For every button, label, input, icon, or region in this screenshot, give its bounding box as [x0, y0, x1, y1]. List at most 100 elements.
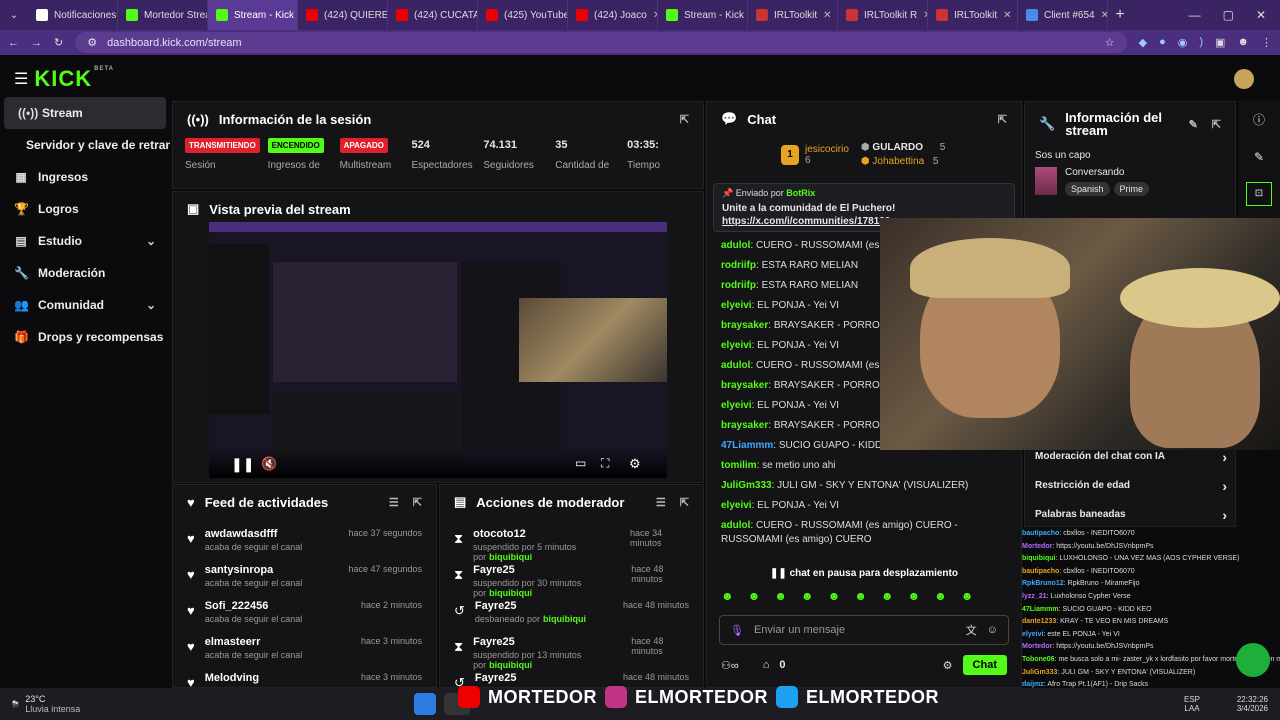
chevron-down-icon[interactable]: ⌄ [146, 234, 156, 248]
moderated-user[interactable]: Fayre25 [473, 564, 621, 576]
emote-icon[interactable]: ☻ [721, 589, 734, 603]
stream-preview-video[interactable]: ❚❚ 🔇 ▭ ⛶ ⚙ [209, 222, 667, 478]
filter-icon[interactable]: ☰ [656, 496, 666, 509]
moderated-user[interactable]: Fayre25 [475, 600, 586, 612]
maximize-icon[interactable]: ▢ [1223, 8, 1234, 22]
emote-icon[interactable]: ☻ [961, 589, 974, 603]
popout-icon[interactable]: ⇱ [1212, 118, 1221, 131]
minimize-icon[interactable]: — [1189, 8, 1201, 22]
sidebar-item-3[interactable]: 🏆 Logros [0, 193, 170, 225]
mute-icon[interactable]: 🔇 [261, 456, 277, 472]
chat-username[interactable]: adulol [721, 520, 750, 531]
users-icon[interactable]: ⚇∞ [721, 659, 739, 672]
chat-username[interactable]: elyeivi [721, 300, 752, 311]
new-tab-button[interactable]: + [1108, 6, 1132, 24]
fullscreen-icon[interactable]: ⛶ [601, 456, 609, 471]
filter-icon[interactable]: ☰ [389, 496, 399, 509]
emoji-icon[interactable]: ☺ [987, 624, 998, 636]
reload-icon[interactable]: ↻ [54, 36, 63, 49]
sidebar-item-2[interactable]: ▦ Ingresos [0, 161, 170, 193]
pencil-icon[interactable]: ✎ [1238, 128, 1280, 164]
browser-tab[interactable]: (425) YouTube✕ [478, 0, 568, 30]
chat-message[interactable]: adulol: CUERO - RUSSOMAMI (es amigo) CUE… [707, 516, 1021, 550]
browser-tab[interactable]: IRLToolkit ✕ [748, 0, 838, 30]
chat-paused-banner[interactable]: ❚❚ chat en pausa para desplazamiento [707, 566, 1021, 581]
chevron-down-icon[interactable]: ⌄ [146, 298, 156, 312]
popout-icon[interactable]: ⇱ [998, 113, 1007, 126]
extension-icon[interactable]: ) [1199, 36, 1203, 49]
chat-username[interactable]: braysaker [721, 380, 768, 391]
microphone-icon[interactable]: 🎙 [730, 624, 744, 637]
sidebar-item-7[interactable]: 🎁 Drops y recompensas [0, 321, 170, 353]
follower-name[interactable]: elmasteerr [205, 636, 303, 648]
chat-username[interactable]: rodriifp [721, 280, 756, 291]
browser-tab[interactable]: (424) QUIERE✕ [298, 0, 388, 30]
chat-settings-icon[interactable]: ⚙ [943, 659, 953, 672]
browser-tab[interactable]: (424) CUCATA✕ [388, 0, 478, 30]
browser-tab[interactable]: (424) Joaco✕ [568, 0, 658, 30]
send-chat-button[interactable]: Chat [962, 655, 1007, 675]
moderator-name[interactable]: biquibiqui [489, 660, 532, 670]
forward-icon[interactable]: → [31, 37, 42, 49]
browser-tab[interactable]: Client #654 ✕ [1018, 0, 1108, 30]
chat-username[interactable]: 47Liammm [721, 440, 773, 451]
extension-icon[interactable]: ◆ [1139, 36, 1147, 49]
chat-username[interactable]: elyeivi [721, 400, 752, 411]
popout-icon[interactable]: ⇱ [680, 496, 689, 509]
follower-name[interactable]: Melodving [205, 672, 259, 684]
user-avatar[interactable] [1234, 69, 1254, 89]
moderated-user[interactable]: Fayre25 [475, 672, 517, 684]
feed-item[interactable]: ♥ awdawdasdfff acaba de seguir el canal hac… [173, 523, 436, 559]
follower-name[interactable]: Sofi_222456 [205, 600, 303, 612]
browser-tab[interactable]: Notificaciones✕ [28, 0, 118, 30]
close-tab-icon[interactable]: ✕ [1003, 10, 1011, 21]
chat-username[interactable]: elyeivi [721, 500, 752, 511]
mod-action-item[interactable]: ⧗ Fayre25 suspendido por 30 minutos por biq… [440, 559, 703, 598]
extensions-puzzle-icon[interactable]: ▣ [1215, 36, 1225, 49]
emote-icon[interactable]: ☻ [748, 589, 761, 603]
browser-tab[interactable]: IRLToolkit R✕ [838, 0, 928, 30]
clock[interactable]: 22:32:26 3/4/2026 [1237, 695, 1268, 713]
emote-icon[interactable]: ☻ [774, 589, 787, 603]
stream-setting-row[interactable]: Palabras baneadas › [1025, 500, 1235, 526]
emote-icon[interactable]: ☻ [801, 589, 814, 603]
chat-username[interactable]: tomilim [721, 460, 757, 471]
mod-action-item[interactable]: ↺ Fayre25 desbaneado por biquibiqui hace 48 … [440, 595, 703, 631]
extension-icon[interactable]: ● [1159, 36, 1166, 49]
windows-start-icon[interactable] [414, 693, 436, 715]
chat-username[interactable]: adulol [721, 240, 750, 251]
browser-tab[interactable]: Stream - Kick✕ [208, 0, 298, 30]
profile-avatar[interactable]: ☻ [1237, 36, 1249, 49]
moderator-name[interactable]: biquibiqui [489, 552, 532, 562]
back-icon[interactable]: ← [8, 37, 19, 49]
emote-icon[interactable]: ☻ [934, 589, 947, 603]
tab-search-icon[interactable]: ⌄ [0, 10, 28, 21]
browser-tab[interactable]: Mortedor Stream✕ [118, 0, 208, 30]
chat-message[interactable]: tomilim: se metio uno ahi [707, 456, 1021, 476]
chat-username[interactable]: JuliGm333 [721, 480, 772, 491]
translate-icon[interactable]: 文 [966, 622, 977, 638]
mod-action-item[interactable]: ⧗ Fayre25 suspendido por 13 minutos por biq… [440, 631, 703, 670]
info-icon[interactable]: ⓘ [1238, 101, 1280, 128]
emote-icon[interactable]: ☻ [907, 589, 920, 603]
sidebar-item-1[interactable]: Servidor y clave de retransmisión [0, 129, 170, 161]
chat-message[interactable]: JuliGm333: JULI GM - SKY Y ENTONA' (VISU… [707, 476, 1021, 496]
theater-icon[interactable]: ▭ [575, 456, 586, 470]
pause-icon[interactable]: ❚❚ [231, 456, 254, 473]
extension-icon[interactable]: ◉ [1178, 36, 1188, 49]
hamburger-menu-icon[interactable]: ☰ [14, 69, 28, 89]
emote-icon[interactable]: ☻ [881, 589, 894, 603]
site-info-icon[interactable]: ⚙ [87, 36, 97, 49]
weather-widget[interactable]: ⛈ 23°C Lluvia intensa [12, 694, 80, 714]
chat-username[interactable]: rodriifp [721, 260, 756, 271]
stream-setting-row[interactable]: Restricción de edad › [1025, 471, 1235, 500]
browser-tab[interactable]: Stream - Kick✕ [658, 0, 748, 30]
follower-name[interactable]: awdawdasdfff [205, 528, 303, 540]
sidebar-item-0[interactable]: ((•)) Stream [4, 97, 166, 129]
edit-icon[interactable]: ✎ [1189, 118, 1198, 131]
chat-username[interactable]: adulol [721, 360, 750, 371]
chat-username[interactable]: braysaker [721, 420, 768, 431]
sidebar-item-6[interactable]: 👥 Comunidad ⌄ [0, 289, 170, 321]
popout-icon[interactable]: ⇱ [680, 113, 689, 126]
emote-icon[interactable]: ☻ [854, 589, 867, 603]
